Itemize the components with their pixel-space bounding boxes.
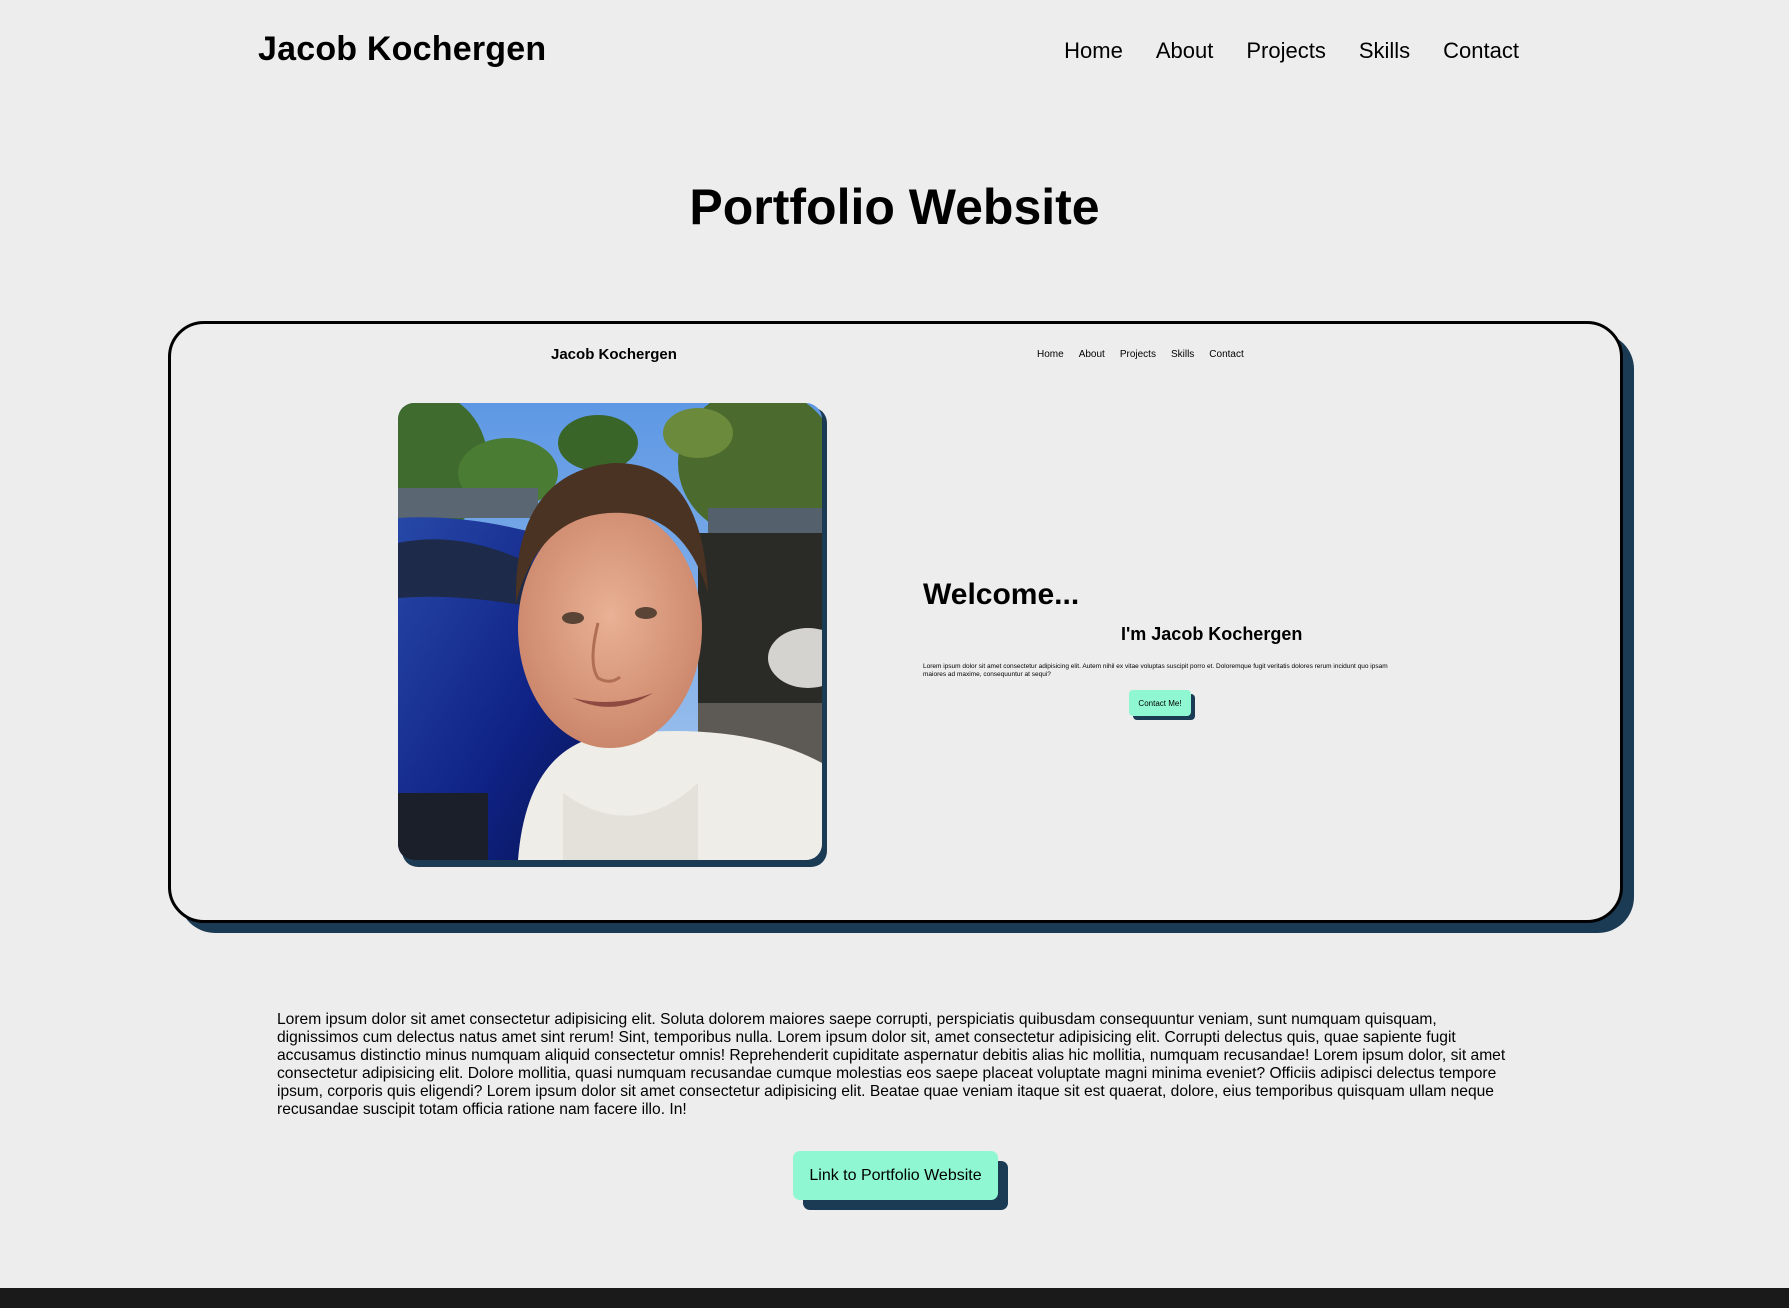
project-description: Lorem ipsum dolor sit amet consectetur a… <box>277 1011 1506 1118</box>
preview-nav: Home About Projects Skills Contact <box>1037 349 1244 360</box>
footer <box>0 1288 1789 1308</box>
preview-nav-home: Home <box>1037 349 1064 360</box>
page: Jacob Kochergen Home About Projects Skil… <box>0 0 1789 1308</box>
nav-about[interactable]: About <box>1156 38 1214 64</box>
site-header: Jacob Kochergen Home About Projects Skil… <box>0 0 1789 104</box>
page-title: Portfolio Website <box>689 179 1100 235</box>
preview-welcome-heading: Welcome... <box>923 578 1080 611</box>
profile-photo-illustration <box>398 403 822 860</box>
portfolio-link-button[interactable]: Link to Portfolio Website <box>793 1151 998 1200</box>
nav-contact[interactable]: Contact <box>1443 38 1519 64</box>
preview-card: Jacob Kochergen Home About Projects Skil… <box>168 321 1623 923</box>
preview-nav-projects: Projects <box>1119 349 1156 360</box>
preview-nav-contact: Contact <box>1209 349 1244 360</box>
preview-nav-skills: Skills <box>1170 349 1195 360</box>
site-brand[interactable]: Jacob Kochergen <box>258 30 546 69</box>
preview-nav-about: About <box>1078 349 1105 360</box>
profile-photo <box>398 403 822 860</box>
preview-intro-heading: I'm Jacob Kochergen <box>1121 624 1303 644</box>
preview-contact-button: Contact Me! <box>1129 690 1191 716</box>
nav-projects[interactable]: Projects <box>1246 38 1325 64</box>
nav-skills[interactable]: Skills <box>1359 38 1410 64</box>
nav-home[interactable]: Home <box>1064 38 1123 64</box>
preview-intro-text: Lorem ipsum dolor sit amet consectetur a… <box>923 663 1388 678</box>
preview-brand: Jacob Kochergen <box>551 346 677 363</box>
main-nav: Home About Projects Skills Contact <box>1064 38 1519 64</box>
